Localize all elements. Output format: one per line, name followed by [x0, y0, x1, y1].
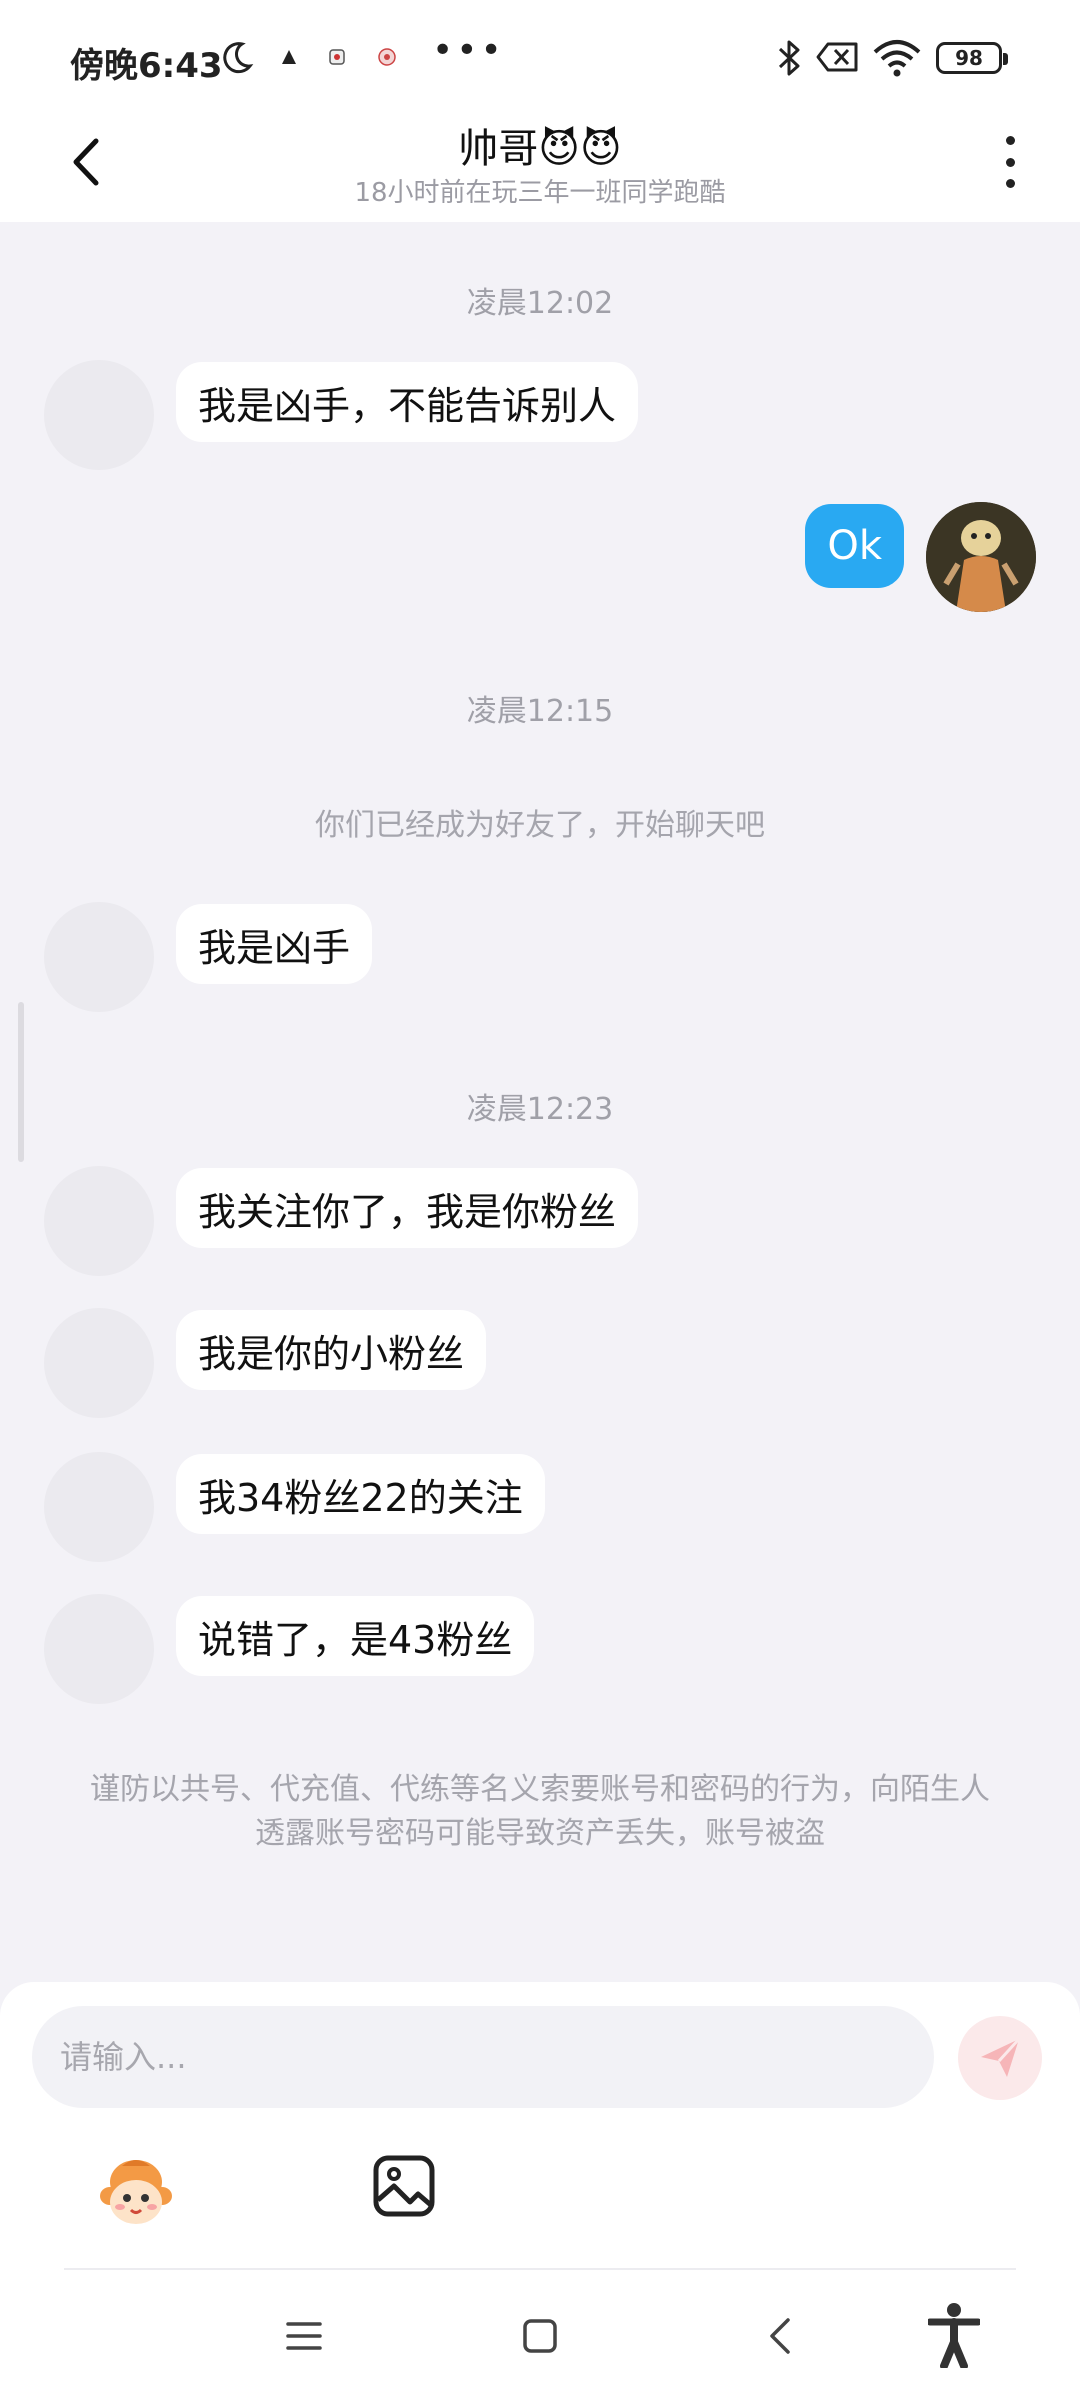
image-picker-button[interactable]	[372, 2154, 436, 2218]
accessibility-icon[interactable]	[928, 2302, 980, 2368]
contact-avatar[interactable]	[44, 360, 154, 470]
message-bubble-incoming[interactable]: 我是你的小粉丝	[176, 1310, 487, 1390]
contact-name: 帅哥😈😈	[458, 126, 622, 172]
dot-icon	[1005, 136, 1015, 145]
battery-icon: 98	[936, 42, 1008, 74]
app-notification-icon	[329, 49, 345, 65]
message-bubble-incoming[interactable]: 我是凶手	[176, 904, 373, 984]
more-options-button[interactable]	[990, 130, 1030, 194]
no-sim-icon	[816, 42, 858, 72]
status-bar: 傍晚6:43 ••• 98	[0, 0, 1080, 110]
nav-menu-button[interactable]	[286, 2318, 322, 2354]
send-icon	[981, 2037, 1021, 2077]
chat-header: 帅哥😈😈 18小时前在玩三年一班同学跑酷	[0, 110, 1080, 222]
dot-icon	[1005, 157, 1015, 167]
message-bubble-outgoing[interactable]: Ok	[805, 504, 904, 588]
app-notification-icon	[378, 48, 396, 66]
status-time: 傍晚6:43	[70, 46, 223, 86]
contact-avatar[interactable]	[44, 1308, 154, 1418]
contact-avatar[interactable]	[44, 1166, 154, 1276]
bluetooth-icon	[778, 40, 800, 76]
timestamp: 凌晨12:02	[466, 286, 614, 321]
wifi-icon	[873, 40, 921, 77]
scrollbar[interactable]	[18, 1002, 24, 1162]
contact-status: 18小时前在玩三年一班同学跑酷	[354, 178, 726, 208]
my-avatar[interactable]	[926, 502, 1036, 612]
contact-avatar[interactable]	[44, 1452, 154, 1562]
timestamp: 凌晨12:15	[466, 694, 614, 729]
timestamp: 凌晨12:23	[466, 1092, 614, 1127]
message-bubble-incoming[interactable]: 我34粉丝22的关注	[176, 1454, 545, 1534]
moon-icon	[223, 42, 254, 74]
contact-avatar[interactable]	[44, 902, 154, 1012]
emoji-button[interactable]	[94, 2152, 178, 2236]
message-bubble-incoming[interactable]: 我关注你了，我是你粉丝	[176, 1168, 639, 1248]
app-notification-icon	[282, 50, 296, 64]
more-notifications-dots: •••	[432, 30, 505, 71]
system-notice: 你们已经成为好友了，开始聊天吧	[315, 808, 765, 843]
dot-icon	[1005, 179, 1015, 188]
chat-messages[interactable]: 凌晨12:02 我是凶手，不能告诉别人 Ok 凌晨12:15 你们已经成为好友了…	[0, 222, 1080, 1982]
message-bubble-incoming[interactable]: 我是凶手，不能告诉别人	[176, 362, 639, 442]
security-warning: 谨防以共号、代充值、代练等名义索要账号和密码的行为，向陌生人透露账号密码可能导致…	[90, 1772, 990, 1851]
contact-avatar[interactable]	[44, 1594, 154, 1704]
nav-home-button[interactable]	[522, 2316, 558, 2356]
nav-back-button[interactable]	[762, 2314, 798, 2358]
message-bubble-incoming[interactable]: 说错了，是43粉丝	[176, 1596, 535, 1676]
character-avatar-icon	[926, 502, 1036, 612]
send-button[interactable]	[958, 2016, 1042, 2100]
divider	[64, 2268, 1016, 2270]
message-input[interactable]	[32, 2006, 934, 2108]
